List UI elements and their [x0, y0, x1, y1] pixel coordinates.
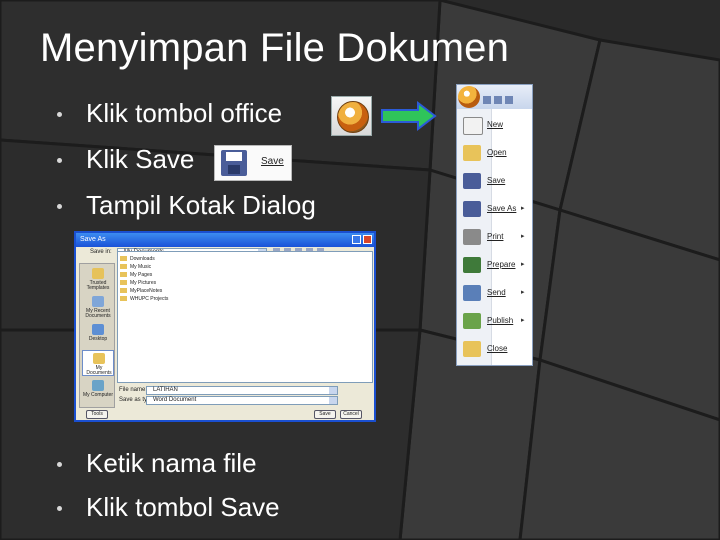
- send-icon: [463, 285, 481, 301]
- submenu-arrow-icon: ▸: [521, 261, 525, 268]
- folder-icon: [120, 288, 127, 294]
- places-bar: Trusted Templates My Recent Documents De…: [79, 263, 115, 408]
- submenu-arrow-icon: ▸: [521, 317, 525, 324]
- office-menu: New Open Save Save As ▸ Print ▸ Prepare ▸ Send ▸ Pu…: [456, 84, 533, 366]
- bullet-dot-icon: [57, 462, 62, 467]
- save-button[interactable]: Save: [314, 410, 336, 419]
- submenu-arrow-icon: ▸: [521, 205, 525, 212]
- office-button-thumbnail[interactable]: [331, 96, 372, 136]
- prepare-icon: [463, 257, 481, 273]
- menu-item-new[interactable]: New: [457, 113, 532, 139]
- place-desktop[interactable]: Desktop: [82, 322, 114, 348]
- bullet-dot-icon: [57, 112, 62, 117]
- chevron-down-icon: [329, 397, 337, 404]
- cancel-button[interactable]: Cancel: [340, 410, 362, 419]
- submenu-arrow-icon: ▸: [521, 289, 525, 296]
- dialog-title: Save As: [80, 236, 106, 243]
- chevron-down-icon: [329, 387, 337, 394]
- floppy-disk-icon: [221, 150, 247, 176]
- dialog-title-bar: Save As: [76, 233, 374, 247]
- new-document-icon: [463, 117, 483, 135]
- folder-icon: [120, 272, 127, 278]
- file-name-label: File name:: [119, 387, 148, 393]
- recent-documents-icon: [92, 296, 104, 307]
- printer-icon: [463, 229, 481, 245]
- right-arrow-icon: [381, 101, 437, 131]
- folder-icon: [92, 268, 104, 279]
- list-item[interactable]: Downloads: [120, 256, 155, 263]
- open-folder-icon: [463, 145, 481, 161]
- save-as-icon: [463, 201, 481, 217]
- menu-item-send[interactable]: Send ▸: [457, 281, 532, 307]
- menu-item-publish[interactable]: Publish ▸: [457, 309, 532, 335]
- place-my-computer[interactable]: My Computer: [82, 378, 114, 404]
- publish-icon: [463, 313, 481, 329]
- save-in-label: Save in:: [90, 249, 112, 255]
- file-list: Downloads My Music My Pages My Pictures …: [117, 251, 373, 383]
- folder-icon: [120, 264, 127, 270]
- save-button-thumbnail[interactable]: Save: [214, 145, 292, 181]
- folder-close-icon: [463, 341, 481, 357]
- slide-title: Menyimpan File Dokumen: [40, 26, 510, 70]
- list-item[interactable]: My Pages: [120, 272, 152, 279]
- desktop-icon: [92, 324, 104, 335]
- save-thumbnail-label: Save: [261, 156, 284, 167]
- tools-button[interactable]: Tools: [86, 410, 108, 419]
- list-item[interactable]: MyPlaceNotes: [120, 288, 162, 295]
- bullet-dot-icon: [57, 506, 62, 511]
- help-button[interactable]: [352, 235, 361, 244]
- menu-item-save[interactable]: Save: [457, 169, 532, 195]
- bullet-dot-icon: [57, 158, 62, 163]
- floppy-disk-icon: [463, 173, 481, 189]
- list-item[interactable]: My Pictures: [120, 280, 156, 287]
- menu-item-close[interactable]: Close: [457, 337, 532, 363]
- save-as-dialog: Save As Save in: My Documents Trusted Te…: [74, 231, 376, 422]
- menu-item-prepare[interactable]: Prepare ▸: [457, 253, 532, 279]
- quick-access-toolbar: [483, 91, 527, 104]
- place-recent-documents[interactable]: My Recent Documents: [82, 294, 114, 320]
- bullet-dot-icon: [57, 204, 62, 209]
- menu-header: [457, 85, 532, 109]
- list-item[interactable]: WHUPC Projects: [120, 296, 168, 303]
- documents-folder-icon: [93, 353, 105, 364]
- close-button[interactable]: [363, 235, 372, 244]
- place-my-documents[interactable]: My Documents: [82, 350, 114, 376]
- place-trusted-templates[interactable]: Trusted Templates: [82, 266, 114, 292]
- computer-icon: [92, 380, 104, 391]
- menu-item-open[interactable]: Open: [457, 141, 532, 167]
- submenu-arrow-icon: ▸: [521, 233, 525, 240]
- folder-icon: [120, 280, 127, 286]
- office-logo-icon: [337, 101, 369, 133]
- folder-icon: [120, 296, 127, 302]
- list-item[interactable]: My Music: [120, 264, 151, 271]
- folder-icon: [120, 256, 127, 262]
- menu-item-print[interactable]: Print ▸: [457, 225, 532, 251]
- save-as-type-dropdown[interactable]: Word Document: [146, 396, 338, 405]
- menu-item-save-as[interactable]: Save As ▸: [457, 197, 532, 223]
- file-name-input[interactable]: LATIHAN: [146, 386, 338, 395]
- office-logo-icon[interactable]: [458, 86, 480, 108]
